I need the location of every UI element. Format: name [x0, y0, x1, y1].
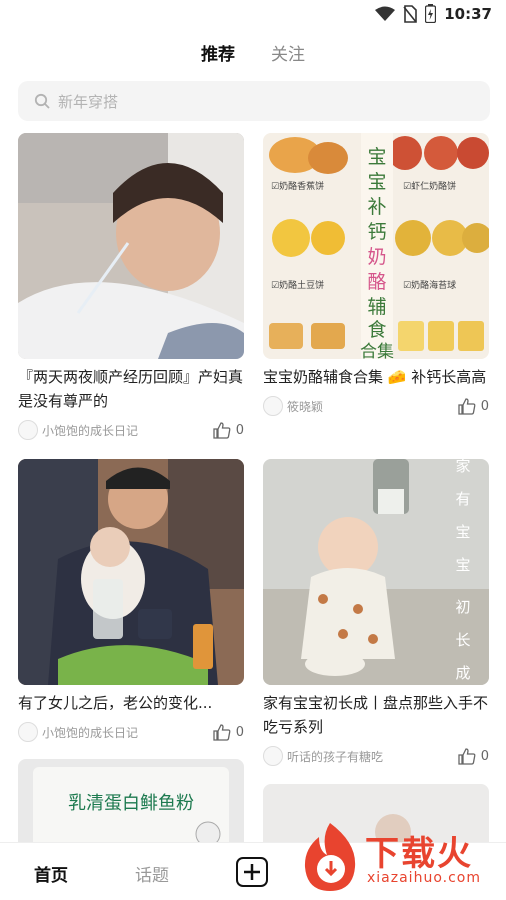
post-title[interactable]: 有了女儿之后，老公的变化... [18, 691, 244, 715]
author-name[interactable]: 小饱饱的成长日记 [42, 724, 213, 741]
watermark-brand: 下载火 [365, 834, 473, 874]
thumbs-up-icon [458, 747, 476, 765]
author-name[interactable]: 小饱饱的成长日记 [42, 422, 213, 439]
post-image[interactable]: 家 有 宝 宝 初 长 成 [263, 459, 489, 685]
svg-text:钙: 钙 [367, 221, 386, 243]
svg-text:宝: 宝 [367, 146, 386, 168]
svg-text:辅: 辅 [367, 296, 386, 318]
post-title[interactable]: 『两天两夜顺产经历回顾』产妇真是没有尊严的 [18, 365, 244, 413]
like-count: 0 [480, 748, 489, 764]
post-image[interactable]: 宝 宝 补 钙 奶 酪 辅 食 合集 ☑奶酪香蕉饼 ☑虾仁奶酪饼 ☑奶酪土豆饼 … [263, 133, 489, 359]
like-button[interactable]: 0 [213, 421, 244, 439]
post-image[interactable] [18, 459, 244, 685]
product-label: 乳清蛋白鲱鱼粉 [68, 793, 194, 814]
search-bar[interactable]: 新年穿搭 [18, 81, 490, 121]
post-image[interactable]: 乳清蛋白鲱鱼粉 [18, 759, 244, 849]
site-watermark: 下载火 xiazaihuo.com [297, 818, 502, 896]
svg-text:奶: 奶 [367, 246, 386, 268]
feed-card[interactable]: 宝 宝 补 钙 奶 酪 辅 食 合集 ☑奶酪香蕉饼 ☑虾仁奶酪饼 ☑奶酪土豆饼 … [263, 133, 489, 417]
svg-text:食: 食 [367, 319, 386, 341]
search-icon [34, 93, 50, 109]
like-count: 0 [235, 724, 244, 740]
svg-text:宝: 宝 [455, 523, 470, 541]
tab-recommend[interactable]: 推荐 [201, 40, 235, 70]
avatar[interactable] [18, 420, 38, 440]
svg-text:有: 有 [455, 490, 470, 508]
svg-text:☑奶酪土豆饼: ☑奶酪土豆饼 [271, 279, 324, 291]
post-title[interactable]: 宝宝奶酪辅食合集 🧀 补钙长高高 [263, 365, 489, 389]
svg-text:☑奶酪香蕉饼: ☑奶酪香蕉饼 [271, 180, 324, 192]
feed-card[interactable]: 家 有 宝 宝 初 长 成 家有宝宝初长成丨盘点那些入手不吃亏系列 听话的孩子有… [263, 459, 489, 767]
no-sim-icon [403, 4, 418, 23]
nav-home[interactable]: 首页 [34, 861, 68, 886]
thumbs-up-icon [458, 397, 476, 415]
feed-card[interactable]: 『两天两夜顺产经历回顾』产妇真是没有尊严的 小饱饱的成长日记 0 [18, 133, 244, 441]
like-button[interactable]: 0 [458, 397, 489, 415]
author-name[interactable]: 筱晓颖 [287, 398, 458, 415]
nav-topics[interactable]: 话题 [135, 861, 169, 886]
post-title[interactable]: 家有宝宝初长成丨盘点那些入手不吃亏系列 [263, 691, 489, 739]
thumbs-up-icon [213, 421, 231, 439]
svg-text:初: 初 [455, 598, 470, 616]
like-button[interactable]: 0 [458, 747, 489, 765]
svg-text:成: 成 [455, 664, 470, 682]
post-image[interactable] [18, 133, 244, 359]
svg-text:宝: 宝 [455, 556, 470, 574]
like-button[interactable]: 0 [213, 723, 244, 741]
avatar[interactable] [18, 722, 38, 742]
svg-text:长: 长 [455, 631, 470, 649]
svg-text:酪: 酪 [367, 271, 386, 293]
svg-text:☑奶酪海苔球: ☑奶酪海苔球 [403, 279, 456, 291]
feed-card[interactable]: 有了女儿之后，老公的变化... 小饱饱的成长日记 0 [18, 459, 244, 743]
plus-icon [244, 864, 260, 880]
svg-text:家: 家 [455, 459, 470, 475]
tab-following[interactable]: 关注 [271, 40, 305, 70]
search-placeholder: 新年穿搭 [58, 92, 119, 111]
wifi-icon [375, 6, 396, 21]
battery-icon [425, 4, 437, 23]
author-name[interactable]: 听话的孩子有糖吃 [287, 748, 458, 765]
clock: 10:37 [444, 4, 492, 23]
svg-text:宝: 宝 [367, 171, 386, 193]
feed-card[interactable]: 乳清蛋白鲱鱼粉 [18, 759, 244, 849]
like-count: 0 [480, 398, 489, 414]
watermark-url: xiazaihuo.com [367, 870, 481, 886]
feed-tabs: 推荐 关注 [0, 40, 506, 70]
thumbs-up-icon [213, 723, 231, 741]
add-post-button[interactable] [236, 857, 268, 887]
svg-text:补: 补 [367, 196, 386, 218]
avatar[interactable] [263, 746, 283, 766]
svg-text:☑虾仁奶酪饼: ☑虾仁奶酪饼 [403, 180, 456, 192]
like-count: 0 [235, 422, 244, 438]
status-bar: 10:37 [0, 0, 506, 30]
avatar[interactable] [263, 396, 283, 416]
svg-text:合集: 合集 [360, 342, 394, 359]
flame-logo-icon [304, 823, 356, 891]
